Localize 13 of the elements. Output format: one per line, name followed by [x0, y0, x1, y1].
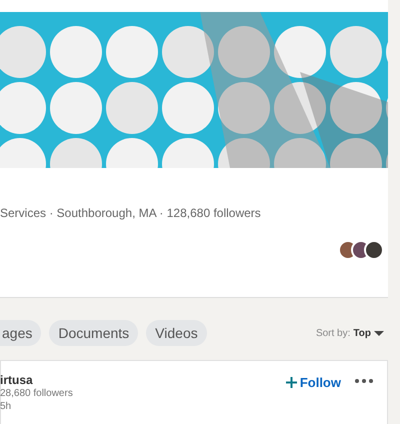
filter-pill[interactable]: Videos: [146, 320, 207, 346]
avatar-stack-icon: [338, 240, 384, 260]
sort-label: Sort by:: [316, 326, 350, 340]
follow-button[interactable]: Follow: [286, 373, 341, 392]
company-meta: Services · Southborough, MA · 128,680 followers: [0, 205, 262, 222]
filter-pill[interactable]: Documents: [49, 320, 138, 346]
post-followers: 28,680 followers: [0, 387, 73, 400]
caret-icon: [374, 330, 384, 336]
post-author[interactable]: irtusa: [0, 373, 73, 387]
post-time: 5h: [0, 400, 12, 413]
filter-pill[interactable]: ages: [0, 320, 42, 346]
plus-icon: [286, 377, 297, 388]
sort-dropdown[interactable]: Top: [353, 326, 384, 340]
